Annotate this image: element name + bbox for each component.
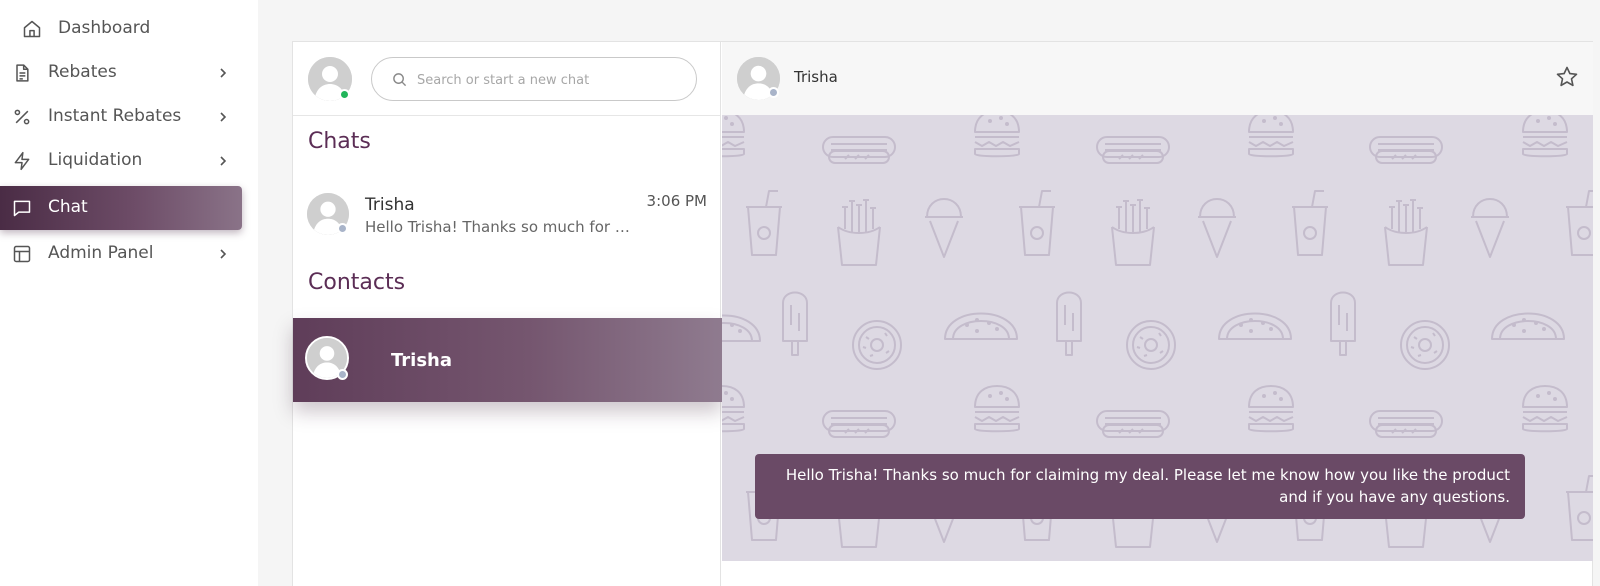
contact-list-item[interactable]: Trisha: [293, 318, 722, 402]
chevron-right-icon: [216, 154, 230, 168]
conversation-contact-name: Trisha: [794, 68, 838, 86]
chevron-right-icon: [216, 110, 230, 124]
layout-icon: [12, 244, 32, 264]
chat-timestamp: 3:06 PM: [646, 192, 707, 210]
nav-label: Dashboard: [58, 18, 151, 38]
nav-item-instant-rebates[interactable]: Instant Rebates: [0, 95, 240, 139]
nav-label: Rebates: [48, 62, 117, 82]
offline-status-dot: [768, 87, 779, 98]
chat-bubble-icon: [12, 198, 32, 218]
chevron-right-icon: [216, 247, 230, 261]
conversation-header: Trisha: [722, 42, 1593, 115]
nav-label: Liquidation: [48, 150, 143, 170]
lightning-icon: [12, 151, 32, 171]
contacts-pane: Chats Trisha Hello Trisha! Thanks so muc…: [293, 42, 722, 586]
chat-last-message-preview: Hello Trisha! Thanks so much for claimin…: [365, 218, 635, 236]
chat-app: Chats Trisha Hello Trisha! Thanks so muc…: [292, 41, 1593, 586]
star-icon[interactable]: [1555, 65, 1579, 89]
chat-contact-name: Trisha: [365, 195, 415, 215]
offline-status-dot: [337, 369, 348, 380]
contacts-header: [293, 42, 720, 116]
percent-icon: [12, 107, 32, 127]
nav-item-chat[interactable]: Chat: [0, 186, 242, 230]
nav-label: Admin Panel: [48, 243, 154, 263]
search-icon: [392, 72, 407, 87]
nav-item-dashboard[interactable]: Dashboard: [10, 7, 240, 51]
nav-label: Chat: [48, 197, 88, 217]
conversation-pane: Trisha Hello Trisha! Thanks so much for …: [722, 42, 1593, 586]
message-bubble-outgoing: Hello Trisha! Thanks so much for claimin…: [755, 454, 1525, 519]
chats-section-title: Chats: [308, 129, 371, 154]
search-box[interactable]: [371, 57, 697, 101]
chevron-right-icon: [216, 66, 230, 80]
document-icon: [12, 63, 32, 83]
search-input[interactable]: [417, 69, 677, 91]
online-status-dot: [339, 89, 350, 100]
chat-list-item[interactable]: Trisha Hello Trisha! Thanks so much for …: [293, 186, 720, 248]
nav-item-admin-panel[interactable]: Admin Panel: [0, 232, 240, 276]
nav-label: Instant Rebates: [48, 106, 182, 126]
nav-item-rebates[interactable]: Rebates: [0, 51, 240, 95]
home-icon: [22, 19, 42, 39]
sidebar: Dashboard Rebates Instant Rebates Liquid…: [0, 0, 258, 586]
contact-name: Trisha: [391, 350, 453, 371]
messages-area[interactable]: Hello Trisha! Thanks so much for claimin…: [722, 115, 1593, 561]
offline-status-dot: [337, 223, 348, 234]
nav-item-liquidation[interactable]: Liquidation: [0, 139, 240, 183]
contacts-section-title: Contacts: [308, 270, 406, 295]
